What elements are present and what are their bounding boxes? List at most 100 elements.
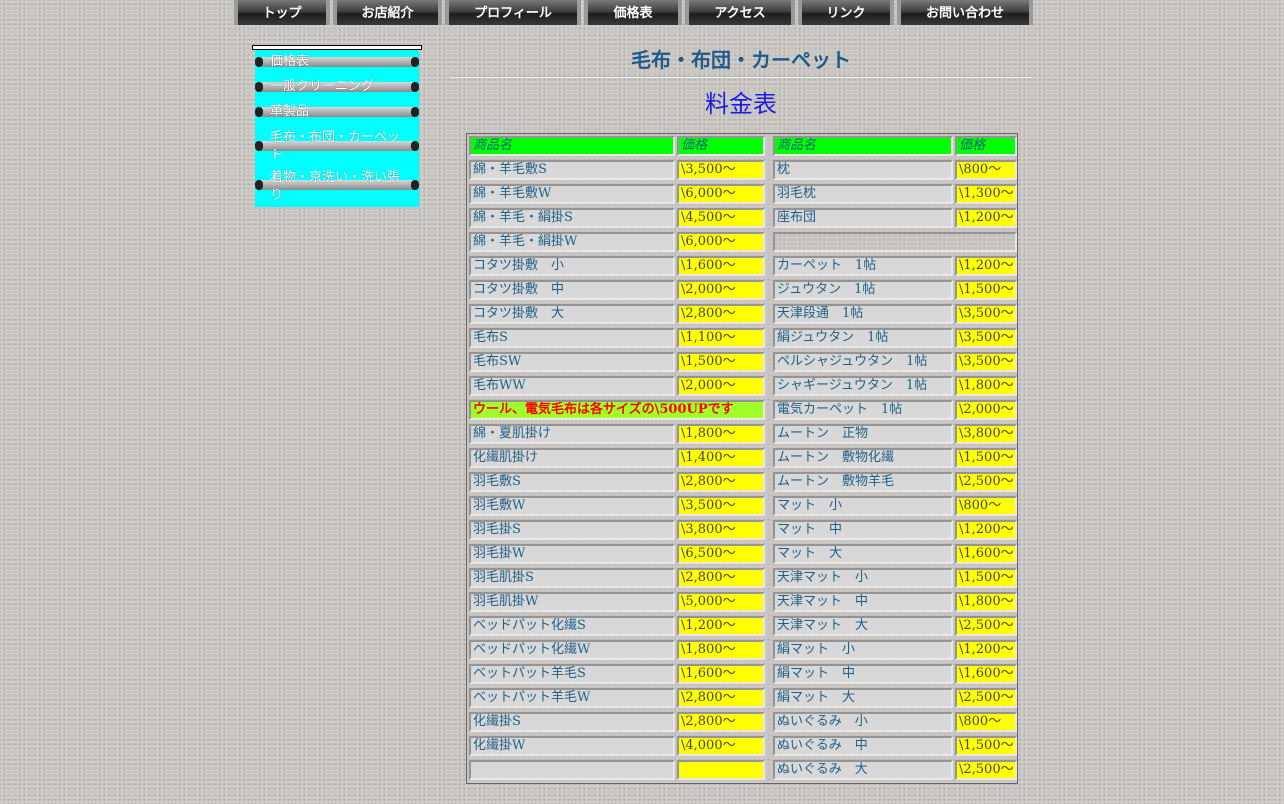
item-name-cell: 毛布S: [469, 328, 675, 348]
sidebar-item-blankets[interactable]: 毛布・布団・カーペット: [255, 125, 419, 168]
nav-price-list[interactable]: 価格表: [584, 0, 682, 25]
item-price-cell: \2,000～: [677, 280, 765, 300]
item-name-cell: 羽毛掛W: [469, 544, 675, 564]
nav-contact[interactable]: お問い合わせ: [897, 0, 1033, 25]
nav-top[interactable]: トップ: [234, 0, 330, 25]
item-price-cell: \2,000～: [677, 376, 765, 396]
item-name-cell: [469, 760, 675, 780]
sidebar-item-label: 価格表: [270, 53, 310, 68]
item-price-cell: \3,500～: [955, 304, 1017, 324]
item-name-cell: 電気カーペット 1帖: [773, 400, 953, 420]
sidebar: 価格表 一般クリーニング 革製品 毛布・布団・カーペット 着物・京洗い・洗い張り: [252, 45, 422, 207]
item-name-cell: マット 小: [773, 496, 953, 516]
item-price-cell: \3,500～: [677, 496, 765, 516]
item-name-cell: 羽毛敷S: [469, 472, 675, 492]
item-price-cell: \800～: [955, 496, 1017, 516]
sidebar-item-label: 一般クリーニング: [270, 78, 375, 93]
item-name-cell: 絹マット 中: [773, 664, 953, 684]
item-name-cell: 化繊肌掛け: [469, 448, 675, 468]
item-name-cell: ぬいぐるみ 小: [773, 712, 953, 732]
item-price-cell: \1,300～: [955, 184, 1017, 204]
item-price-cell: \1,500～: [955, 736, 1017, 756]
item-price-cell: \1,200～: [955, 520, 1017, 540]
item-price-cell: \1,400～: [677, 448, 765, 468]
item-price-cell: \6,000～: [677, 232, 765, 252]
item-name-cell: コタツ掛敷 中: [469, 280, 675, 300]
item-price-cell: \1,500～: [955, 568, 1017, 588]
item-price-cell: \1,800～: [955, 376, 1017, 396]
item-name-cell: 絹ジュウタン 1帖: [773, 328, 953, 348]
sidebar-item-leather[interactable]: 革製品: [255, 100, 419, 125]
left-header-name: 商品名: [469, 136, 675, 156]
item-price-cell: \1,600～: [677, 256, 765, 276]
item-name-cell: 羽毛枕: [773, 184, 953, 204]
item-name-cell: 化繊掛S: [469, 712, 675, 732]
item-price-cell: \800～: [955, 160, 1017, 180]
item-name-cell: 綿・羊毛・絹掛S: [469, 208, 675, 228]
item-name-cell: 天津段通 1帖: [773, 304, 953, 324]
right-header-price: 価格: [955, 136, 1017, 156]
item-price-cell: \1,200～: [677, 616, 765, 636]
item-price-cell: \1,500～: [677, 352, 765, 372]
nav-access[interactable]: アクセス: [685, 0, 795, 25]
item-name-cell: 絹マット 小: [773, 640, 953, 660]
item-price-cell: \3,500～: [955, 352, 1017, 372]
item-name-cell: 天津マット 大: [773, 616, 953, 636]
item-name-cell: 毛布SW: [469, 352, 675, 372]
item-name-cell: ベットパット羊毛S: [469, 664, 675, 684]
sidebar-item-general-cleaning[interactable]: 一般クリーニング: [255, 75, 419, 100]
empty-cell: [773, 232, 1017, 252]
item-price-cell: \2,000～: [955, 400, 1017, 420]
item-name-cell: シャギージュウタン 1帖: [773, 376, 953, 396]
item-price-cell: \1,600～: [955, 544, 1017, 564]
page-title: 毛布・布団・カーペット: [631, 48, 851, 72]
item-price-cell: \2,800～: [677, 568, 765, 588]
nav-links[interactable]: リンク: [798, 0, 894, 25]
sidebar-item-label: 着物・京洗い・洗い張り: [270, 169, 401, 202]
nav-shop-intro[interactable]: お店紹介: [333, 0, 442, 25]
item-name-cell: カーペット 1帖: [773, 256, 953, 276]
item-name-cell: マット 中: [773, 520, 953, 540]
sidebar-item-price-list[interactable]: 価格表: [255, 50, 419, 75]
item-name-cell: ぬいぐるみ 大: [773, 760, 953, 780]
item-name-cell: ベッドパット化繊W: [469, 640, 675, 660]
item-price-cell: \1,200～: [955, 208, 1017, 228]
item-name-cell: 天津マット 小: [773, 568, 953, 588]
item-name-cell: コタツ掛敷 小: [469, 256, 675, 276]
item-name-cell: 枕: [773, 160, 953, 180]
item-name-cell: コタツ掛敷 大: [469, 304, 675, 324]
item-name-cell: ムートン 敷物羊毛: [773, 472, 953, 492]
nav-profile[interactable]: プロフィール: [445, 0, 581, 25]
item-price-cell: \3,800～: [677, 520, 765, 540]
item-price-cell: \1,600～: [955, 664, 1017, 684]
sidebar-item-kimono[interactable]: 着物・京洗い・洗い張り: [255, 168, 419, 207]
sidebar-item-label: 毛布・布団・カーペット: [270, 129, 401, 162]
item-name-cell: 座布団: [773, 208, 953, 228]
item-price-cell: \2,800～: [677, 304, 765, 324]
item-price-cell: \2,800～: [677, 688, 765, 708]
item-price-cell: \2,800～: [677, 712, 765, 732]
item-name-cell: マット 大: [773, 544, 953, 564]
item-price-cell: \3,500～: [955, 328, 1017, 348]
item-name-cell: 化繊掛W: [469, 736, 675, 756]
item-name-cell: 羽毛掛S: [469, 520, 675, 540]
item-price-cell: \3,500～: [677, 160, 765, 180]
note-cell: ウール、電気毛布は各サイズの\500UPです: [469, 400, 765, 420]
item-name-cell: 綿・羊毛敷S: [469, 160, 675, 180]
price-table-title: 料金表: [705, 90, 777, 118]
right-header-name: 商品名: [773, 136, 953, 156]
item-price-cell: \800～: [955, 712, 1017, 732]
item-price-cell: \2,500～: [955, 472, 1017, 492]
item-name-cell: ペルシャジュウタン 1帖: [773, 352, 953, 372]
item-price-cell: [677, 760, 765, 780]
title-divider: [450, 76, 1032, 78]
item-name-cell: ベッドパット化繊S: [469, 616, 675, 636]
item-price-cell: \1,500～: [955, 448, 1017, 468]
item-price-cell: \1,100～: [677, 328, 765, 348]
item-price-cell: \1,600～: [677, 664, 765, 684]
item-price-cell: \1,800～: [677, 640, 765, 660]
item-name-cell: 綿・夏肌掛け: [469, 424, 675, 444]
item-name-cell: 羽毛肌掛W: [469, 592, 675, 612]
item-name-cell: 羽毛敷W: [469, 496, 675, 516]
item-price-cell: \1,800～: [955, 592, 1017, 612]
